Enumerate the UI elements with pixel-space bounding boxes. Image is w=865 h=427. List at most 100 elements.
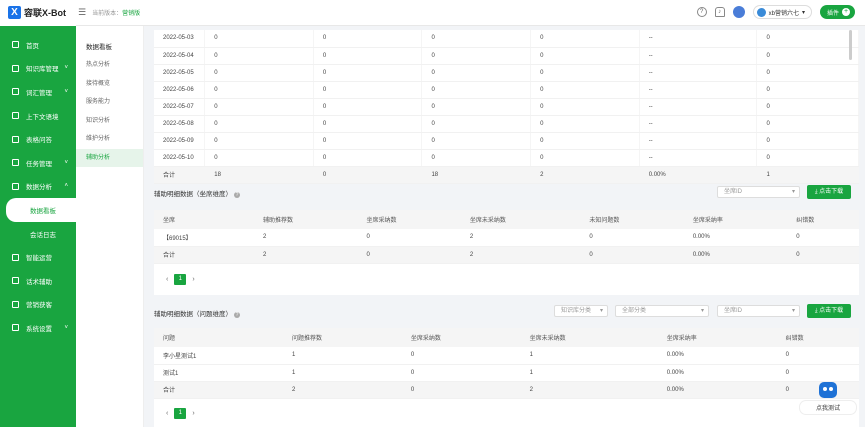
prev-page-icon[interactable]: ‹ [166, 410, 168, 417]
table-cell: 1 [520, 364, 658, 382]
table-cell: 0 [204, 30, 314, 48]
table-cell: 2022-05-09 [154, 132, 206, 150]
sidebar-item-label: 首页 [26, 42, 39, 50]
category-select[interactable]: 全部分类 [615, 305, 709, 317]
table-cell: 0 [204, 64, 314, 82]
logo[interactable]: X 容联X-Bot [0, 0, 76, 26]
table-cell: 0 [204, 47, 314, 65]
user-name: xb营销六七 [768, 10, 799, 17]
chevron-down-icon: ˅ [64, 324, 68, 331]
kb-category-select[interactable]: 知识库分类 [554, 305, 608, 317]
sidebar-item-label: 会话日志 [30, 231, 56, 239]
menu-icon [12, 324, 19, 332]
question-seat-id-select[interactable]: 坐席ID [717, 305, 800, 317]
table-row: 测试1 1 0 1 0.00% 0 [154, 364, 859, 382]
submenu-item[interactable]: 知识分析 [76, 112, 143, 131]
table-cell: 2022-05-07 [154, 98, 206, 116]
sidebar-item[interactable]: 词汇管理 ˅ [0, 80, 76, 104]
next-page-icon[interactable]: › [192, 410, 194, 417]
table-row: 2022-05-04 0 0 0 0 -- 0 [154, 47, 859, 65]
table-cell: 1 [282, 347, 402, 365]
table-cell: 0.00% [657, 381, 777, 399]
robot-icon [819, 382, 837, 398]
table-cell: 0 [421, 149, 532, 167]
submenu-item[interactable]: 服务能力 [76, 93, 143, 112]
sidebar-item[interactable]: 首页 [0, 33, 76, 57]
sidebar-item[interactable]: 系统设置 ˅ [0, 316, 76, 340]
sidebar-item-label: 知识库管理 [26, 66, 59, 74]
submenu-item[interactable]: 接待概览 [76, 75, 143, 94]
submenu-item[interactable]: 维护分析 [76, 130, 143, 149]
prev-page-icon[interactable]: ‹ [166, 276, 168, 283]
user-select[interactable]: xb营销六七 ▾ [752, 5, 812, 19]
table-cell: 0 [313, 30, 423, 48]
table-cell: -- [639, 64, 758, 82]
seat-id-select[interactable]: 坐席ID [717, 186, 800, 198]
user-org-icon [756, 7, 766, 17]
sidebar-item[interactable]: 上下文语境 [0, 104, 76, 128]
menu-toggle-icon[interactable]: ☰ [78, 7, 86, 18]
table-cell: 0 [401, 381, 521, 399]
column-header: 纠错数 [787, 210, 859, 229]
next-page-icon[interactable]: › [192, 276, 194, 283]
table-cell: -- [639, 115, 758, 133]
table-cell: 2022-05-05 [154, 64, 206, 82]
column-header: 问题 [154, 328, 283, 347]
table-cell: 0 [357, 246, 461, 264]
test-bot[interactable]: 点我测试 [799, 382, 857, 415]
table-cell: 0 [357, 229, 461, 247]
plugin-button-label: 插件 [826, 10, 839, 17]
help-icon[interactable]: ? [234, 312, 240, 318]
table-cell: 2022-05-10 [154, 149, 206, 167]
menu-icon [12, 135, 19, 143]
table-cell: 2022-05-06 [154, 81, 206, 99]
table-cell: 合计 [154, 246, 254, 264]
table-cell: 0 [204, 132, 314, 150]
table-row: 2022-05-06 0 0 0 0 -- 0 [154, 81, 859, 99]
sidebar-item-label: 话术辅助 [26, 278, 52, 286]
help-icon[interactable]: ? [234, 192, 240, 198]
sidebar-item-label: 表格问答 [26, 137, 52, 145]
scrollbar[interactable] [849, 30, 852, 60]
table-cell: 0 [756, 115, 859, 133]
menu-icon [12, 300, 19, 308]
sidebar-item[interactable]: 数据分析 ˄ [0, 175, 76, 199]
table-cell: 0 [401, 364, 521, 382]
bell-icon[interactable]: ♪ [714, 7, 725, 17]
submenu-item[interactable]: 热点分析 [76, 56, 143, 75]
table-cell: 2022-05-04 [154, 47, 206, 65]
table-cell: 0 [756, 81, 859, 99]
table-cell: -- [639, 132, 758, 150]
seat-download-button[interactable]: ⤓ 点击下载 [807, 185, 851, 199]
question-download-button[interactable]: ⤓ 点击下载 [807, 304, 851, 318]
sidebar-item[interactable]: 数据看板 [6, 198, 76, 222]
page-number[interactable]: 1 [174, 274, 187, 285]
page-number[interactable]: 1 [174, 408, 187, 419]
seat-pager: ‹ 1 › [166, 274, 195, 285]
column-header: 纠错数 [776, 328, 859, 347]
table-cell: 0 [787, 246, 859, 264]
menu-icon [12, 253, 19, 261]
sidebar-item[interactable]: 任务管理 ˅ [0, 151, 76, 175]
submenu-item[interactable]: 辅助分析 [76, 148, 143, 167]
table-cell: 0 [530, 64, 640, 82]
sidebar-item[interactable]: 知识库管理 ˅ [0, 57, 76, 81]
sidebar-item[interactable]: 营销获客 [0, 293, 76, 317]
table-cell: 0 [787, 229, 859, 247]
daily-table-card: 2022-05-03 0 0 0 0 -- 0 2022-05-04 0 0 0 0 -- 0 2022-0… [154, 30, 859, 184]
plugin-button[interactable]: 插件 + [819, 5, 855, 19]
table-cell: 0 [421, 115, 532, 133]
table-cell: 2022-05-03 [154, 30, 206, 48]
submenu: 数据看板 热点分析 接待概览 服务能力 知识分析 维护分析 辅助分析 [76, 26, 144, 427]
sidebar-item[interactable]: 会话日志 [0, 222, 76, 246]
table-cell: 0 [756, 30, 859, 48]
sidebar-item[interactable]: 表格问答 [0, 127, 76, 151]
sidebar-item[interactable]: 话术辅助 [0, 269, 76, 293]
table-cell: 1 [756, 166, 859, 184]
submenu-title: 数据看板 [86, 44, 112, 51]
table-cell: -- [639, 98, 758, 116]
sidebar-item[interactable]: 智能运营 [0, 245, 76, 269]
help-icon[interactable]: ? [696, 7, 707, 17]
avatar[interactable] [732, 6, 745, 18]
table-cell: 0 [421, 81, 532, 99]
